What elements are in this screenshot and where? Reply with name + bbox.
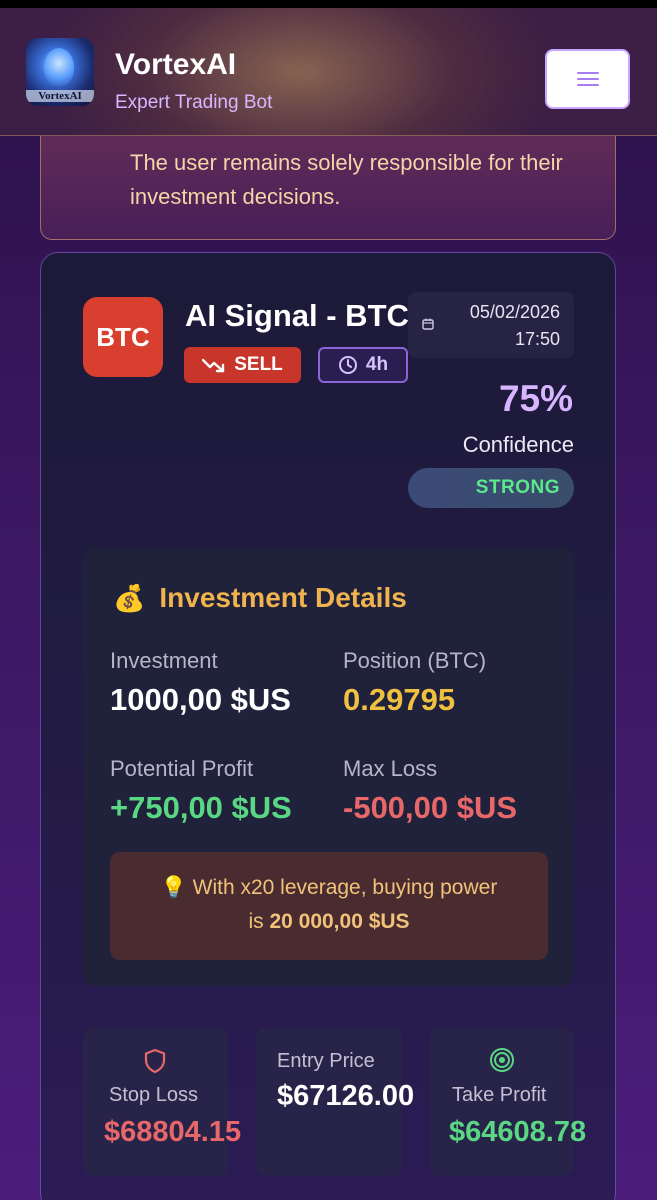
stop-loss-value: $68804.15 (104, 1116, 242, 1148)
disclaimer-text: The user remains solely responsible for … (130, 150, 563, 209)
lightbulb-icon: 💡 (160, 876, 187, 899)
entry-price-value: $67126.00 (277, 1080, 415, 1112)
leverage-prefix: is (248, 910, 264, 933)
stop-loss-tile: Stop Loss $68804.15 (83, 1028, 241, 1176)
menu-button[interactable] (545, 49, 630, 109)
app-logo: VortexAI (26, 38, 94, 106)
potential-profit-value: +750,00 $US (110, 790, 292, 825)
strength-badge: STRONG (408, 468, 574, 508)
direction-label: SELL (234, 354, 283, 375)
target-icon (490, 1048, 514, 1072)
take-profit-value: $64608.78 (449, 1116, 587, 1148)
investment-label: Investment (110, 648, 218, 673)
timeframe-badge: 4h (318, 347, 408, 383)
money-bag-icon: 💰 (113, 582, 146, 613)
potential-profit-label: Potential Profit (110, 756, 254, 781)
calendar-icon (422, 318, 434, 330)
app-subtitle: Expert Trading Bot (115, 92, 273, 113)
entry-price-tile: Entry Price $67126.00 (256, 1028, 414, 1176)
stop-loss-label: Stop Loss (109, 1084, 198, 1106)
confidence-label: Confidence (462, 432, 574, 457)
strength-label: STRONG (475, 477, 560, 498)
coin-badge: BTC (83, 297, 163, 377)
confidence-value: 75% (498, 378, 573, 419)
leverage-text: With x20 leverage, buying power (192, 876, 498, 899)
hamburger-icon (576, 72, 599, 86)
max-loss-value: -500,00 $US (343, 790, 518, 825)
position-value: 0.29795 (343, 682, 456, 717)
ai-head-icon (44, 48, 74, 86)
leverage-line-2: is 20 000,00 $US (110, 910, 548, 934)
position-label: Position (BTC) (343, 648, 487, 673)
leverage-line-1: 💡 With x20 leverage, buying power (110, 876, 548, 900)
signal-title: AI Signal - BTC (185, 298, 409, 333)
app-header: VortexAI VortexAI Expert Trading Bot (0, 8, 657, 136)
shield-icon (144, 1048, 166, 1074)
trend-down-icon (202, 358, 225, 373)
signal-time-value: 17:50 (514, 329, 560, 349)
timeframe-label: 4h (365, 354, 389, 375)
logo-wordmark: VortexAI (26, 90, 94, 102)
take-profit-tile: Take Profit $64608.78 (430, 1028, 586, 1176)
signal-date: 05/02/2026 17:50 (408, 292, 574, 358)
app-title: VortexAI (115, 48, 237, 81)
direction-badge: SELL (184, 347, 301, 383)
investment-details-heading: 💰 Investment Details (113, 582, 407, 614)
signal-date-value: 05/02/2026 (469, 302, 560, 322)
investment-details-title: Investment Details (159, 582, 407, 613)
leverage-note: 💡 With x20 leverage, buying power is 20 … (110, 852, 548, 960)
entry-price-label: Entry Price (277, 1050, 375, 1072)
status-bar-strip (0, 0, 657, 8)
take-profit-label: Take Profit (452, 1084, 547, 1106)
clock-icon (338, 356, 357, 374)
disclaimer-banner: The user remains solely responsible for … (40, 136, 616, 240)
max-loss-label: Max Loss (343, 756, 438, 781)
investment-value: 1000,00 $US (110, 682, 291, 717)
buying-power-value: 20 000,00 $US (269, 910, 410, 933)
